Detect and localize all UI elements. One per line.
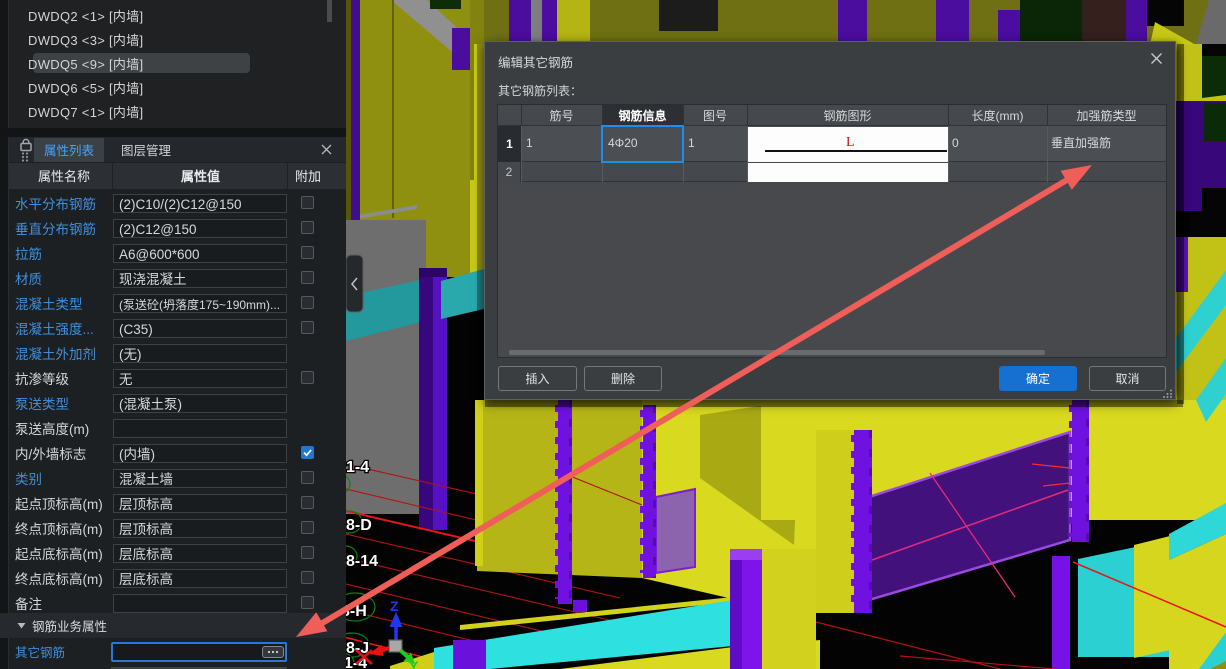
svg-text:8-14: 8-14 [346, 553, 378, 570]
svg-text:1-4: 1-4 [346, 459, 369, 476]
svg-text:Z: Z [390, 598, 399, 614]
svg-text:8-D: 8-D [346, 517, 372, 534]
svg-text:8-H: 8-H [346, 603, 367, 620]
svg-text:Y: Y [409, 658, 419, 669]
